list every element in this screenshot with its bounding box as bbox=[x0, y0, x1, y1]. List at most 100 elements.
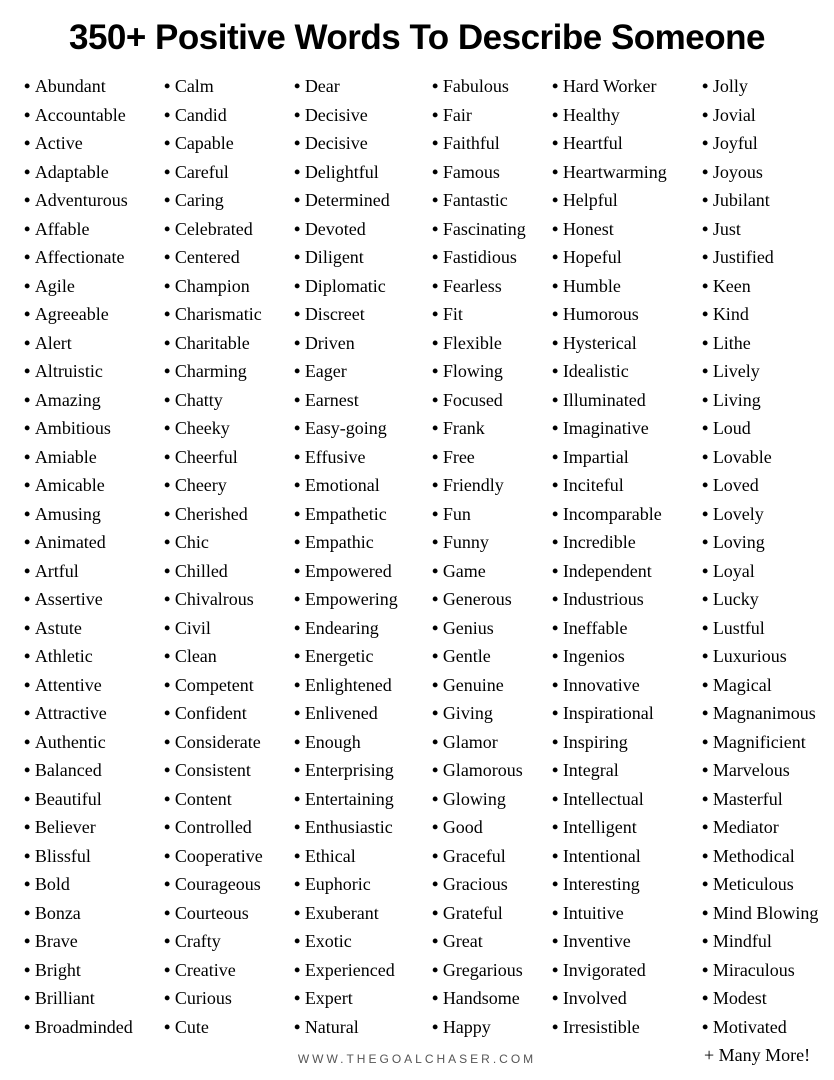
word-item: Gregarious bbox=[432, 956, 552, 985]
word-item: Jubilant bbox=[702, 186, 834, 215]
word-item: Inspiring bbox=[552, 728, 702, 757]
word-item: Brave bbox=[24, 927, 164, 956]
word-item: Amiable bbox=[24, 443, 164, 472]
word-item: Interesting bbox=[552, 870, 702, 899]
word-item: Fearless bbox=[432, 272, 552, 301]
word-item: Natural bbox=[294, 1013, 432, 1042]
word-item: Ethical bbox=[294, 842, 432, 871]
word-item: Friendly bbox=[432, 471, 552, 500]
word-item: Lovely bbox=[702, 500, 834, 529]
word-item: Genius bbox=[432, 614, 552, 643]
word-item: Jolly bbox=[702, 72, 834, 101]
word-item: Inspirational bbox=[552, 699, 702, 728]
word-item: Magical bbox=[702, 671, 834, 700]
word-item: Lucky bbox=[702, 585, 834, 614]
word-column: FabulousFairFaithfulFamousFantasticFasci… bbox=[432, 72, 552, 1070]
word-item: Fastidious bbox=[432, 243, 552, 272]
word-item: Inciteful bbox=[552, 471, 702, 500]
word-item: Jovial bbox=[702, 101, 834, 130]
word-item: Loud bbox=[702, 414, 834, 443]
word-item: Incomparable bbox=[552, 500, 702, 529]
word-item: Determined bbox=[294, 186, 432, 215]
word-item: Enlivened bbox=[294, 699, 432, 728]
word-item: Methodical bbox=[702, 842, 834, 871]
word-item: Humorous bbox=[552, 300, 702, 329]
word-item: Gentle bbox=[432, 642, 552, 671]
word-item: Mind Blowing bbox=[702, 899, 834, 928]
word-item: Crafty bbox=[164, 927, 294, 956]
word-item: Accountable bbox=[24, 101, 164, 130]
word-column: AbundantAccountableActiveAdaptableAdvent… bbox=[24, 72, 164, 1070]
word-item: Funny bbox=[432, 528, 552, 557]
word-item: Expert bbox=[294, 984, 432, 1013]
word-item: Enlightened bbox=[294, 671, 432, 700]
word-item: Agreeable bbox=[24, 300, 164, 329]
word-item: Giving bbox=[432, 699, 552, 728]
page-title: 350+ Positive Words To Describe Someone bbox=[10, 18, 824, 58]
word-item: Cheery bbox=[164, 471, 294, 500]
word-item: Bonza bbox=[24, 899, 164, 928]
word-item: Consistent bbox=[164, 756, 294, 785]
word-item: Broadminded bbox=[24, 1013, 164, 1042]
word-column: DearDecisiveDecisiveDelightfulDetermined… bbox=[294, 72, 432, 1070]
word-item: Athletic bbox=[24, 642, 164, 671]
word-item: Easy-going bbox=[294, 414, 432, 443]
word-item: Chivalrous bbox=[164, 585, 294, 614]
word-item: Meticulous bbox=[702, 870, 834, 899]
word-item: Delightful bbox=[294, 158, 432, 187]
word-item: Controlled bbox=[164, 813, 294, 842]
word-item: Chatty bbox=[164, 386, 294, 415]
word-item: Integral bbox=[552, 756, 702, 785]
word-item: Energetic bbox=[294, 642, 432, 671]
word-item: Believer bbox=[24, 813, 164, 842]
word-item: Amicable bbox=[24, 471, 164, 500]
word-column: Hard WorkerHealthyHeartfulHeartwarmingHe… bbox=[552, 72, 702, 1070]
word-item: Chic bbox=[164, 528, 294, 557]
word-item: Flexible bbox=[432, 329, 552, 358]
word-item: Innovative bbox=[552, 671, 702, 700]
word-item: Idealistic bbox=[552, 357, 702, 386]
word-item: Cute bbox=[164, 1013, 294, 1042]
word-item: Blissful bbox=[24, 842, 164, 871]
word-item: Joyful bbox=[702, 129, 834, 158]
word-item: Magnanimous bbox=[702, 699, 834, 728]
word-item: Considerate bbox=[164, 728, 294, 757]
word-item: Adaptable bbox=[24, 158, 164, 187]
word-item: Brilliant bbox=[24, 984, 164, 1013]
word-item: Glamorous bbox=[432, 756, 552, 785]
word-item: Diplomatic bbox=[294, 272, 432, 301]
word-item: Exuberant bbox=[294, 899, 432, 928]
word-item: Charming bbox=[164, 357, 294, 386]
word-item: Ingenios bbox=[552, 642, 702, 671]
word-item: Exotic bbox=[294, 927, 432, 956]
word-item: Content bbox=[164, 785, 294, 814]
word-item: Incredible bbox=[552, 528, 702, 557]
word-columns: AbundantAccountableActiveAdaptableAdvent… bbox=[10, 72, 824, 1070]
word-item: Gracious bbox=[432, 870, 552, 899]
word-item: Masterful bbox=[702, 785, 834, 814]
footer-url: WWW.THEGOALCHASER.COM bbox=[0, 1052, 834, 1066]
word-item: Heartful bbox=[552, 129, 702, 158]
word-item: Diligent bbox=[294, 243, 432, 272]
word-item: Intentional bbox=[552, 842, 702, 871]
word-item: Hard Worker bbox=[552, 72, 702, 101]
word-item: Euphoric bbox=[294, 870, 432, 899]
word-item: Marvelous bbox=[702, 756, 834, 785]
word-item: Modest bbox=[702, 984, 834, 1013]
word-item: Industrious bbox=[552, 585, 702, 614]
word-item: Discreet bbox=[294, 300, 432, 329]
word-item: Generous bbox=[432, 585, 552, 614]
word-item: Authentic bbox=[24, 728, 164, 757]
word-item: Charitable bbox=[164, 329, 294, 358]
word-item: Enthusiastic bbox=[294, 813, 432, 842]
word-item: Motivated bbox=[702, 1013, 834, 1042]
word-item: Curious bbox=[164, 984, 294, 1013]
word-item: Attentive bbox=[24, 671, 164, 700]
word-item: Happy bbox=[432, 1013, 552, 1042]
word-item: Joyous bbox=[702, 158, 834, 187]
word-item: Lithe bbox=[702, 329, 834, 358]
word-item: Fabulous bbox=[432, 72, 552, 101]
word-item: Effusive bbox=[294, 443, 432, 472]
word-item: Empowered bbox=[294, 557, 432, 586]
word-item: Glowing bbox=[432, 785, 552, 814]
